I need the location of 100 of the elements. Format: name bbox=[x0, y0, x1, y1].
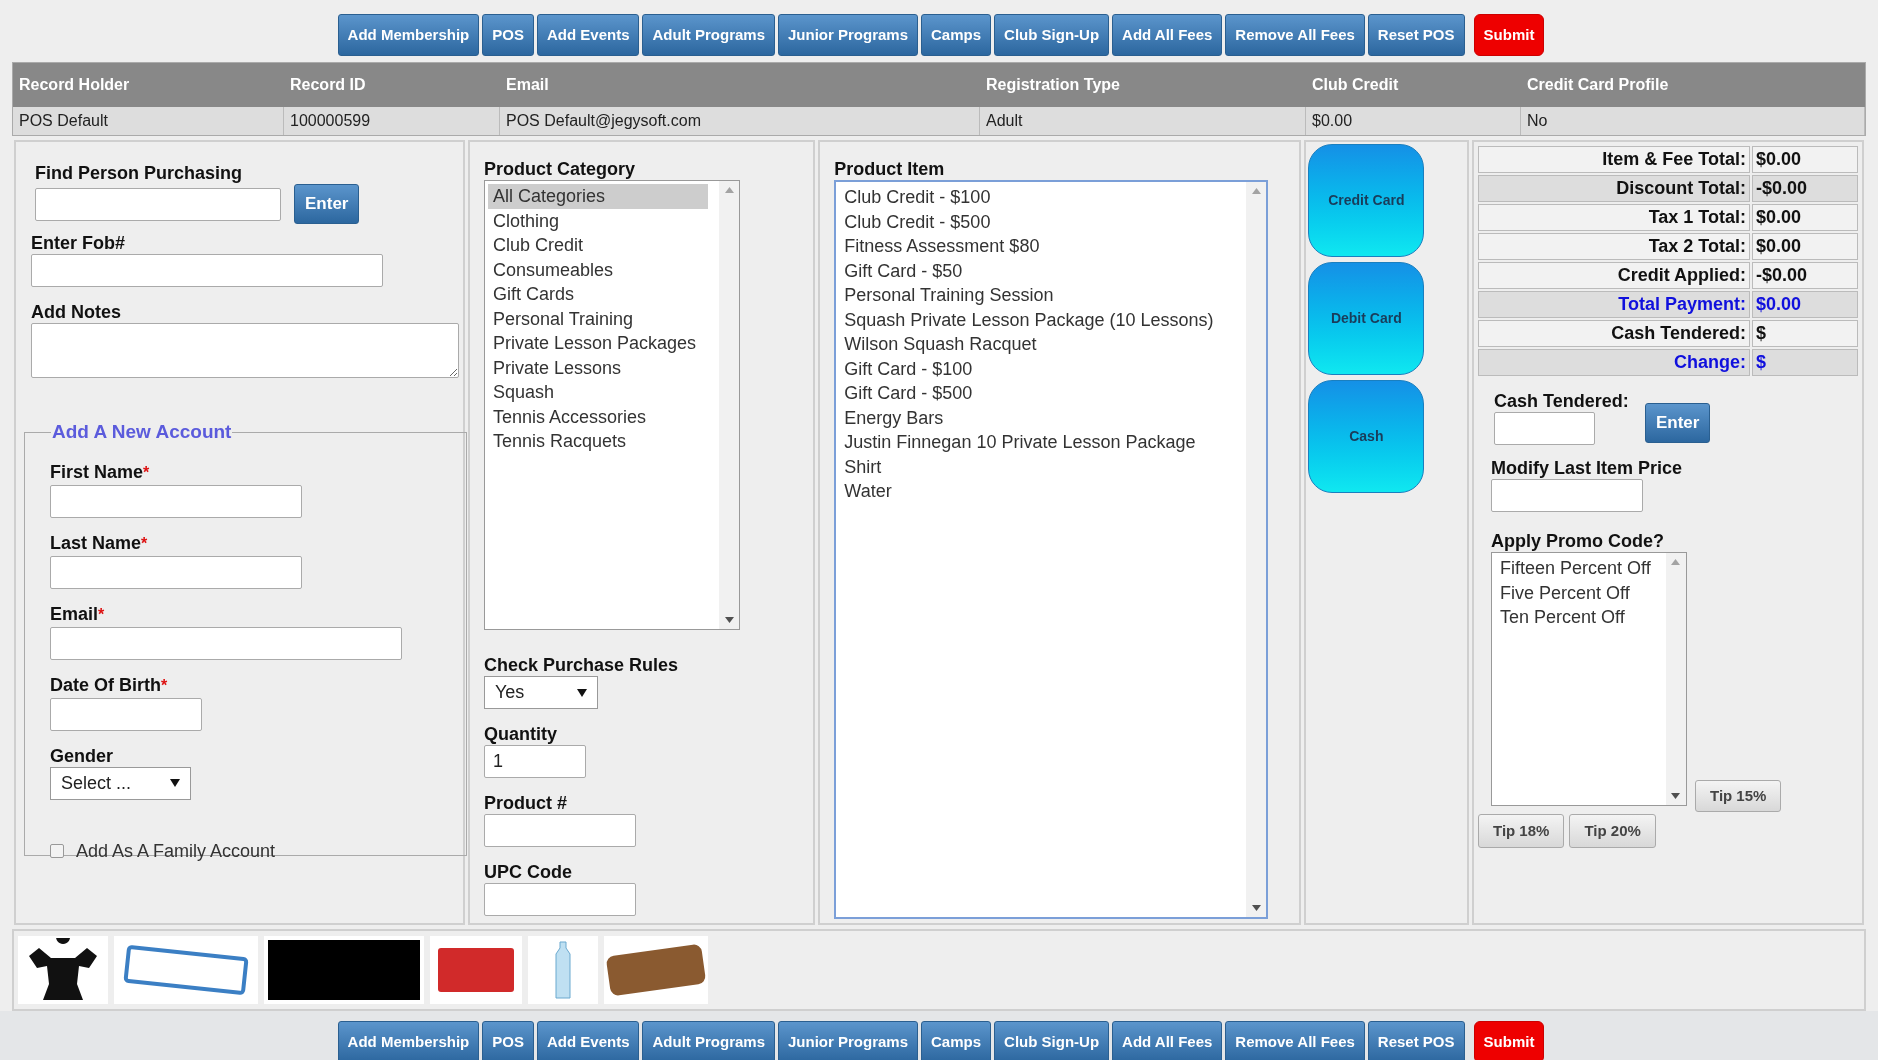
list-item[interactable]: Club Credit - $100 bbox=[839, 185, 1247, 210]
scroll-up-icon[interactable] bbox=[1671, 559, 1681, 565]
column-header: Record ID bbox=[289, 75, 367, 95]
checkbox[interactable] bbox=[50, 844, 64, 858]
list-item[interactable]: Water bbox=[839, 479, 1247, 504]
column-header: Record Holder bbox=[18, 75, 131, 95]
list-item[interactable]: Personal Training Session bbox=[839, 283, 1247, 308]
price-field[interactable] bbox=[1491, 479, 1643, 512]
field-label: Find Person Purchasing bbox=[35, 162, 244, 184]
caret-icon[interactable] bbox=[577, 688, 587, 697]
list-item[interactable]: Gift Cards bbox=[488, 282, 708, 307]
submit-button[interactable]: Submit bbox=[1473, 14, 1545, 56]
nav-button[interactable]: Add Membership bbox=[337, 14, 480, 56]
scroll-up-icon[interactable] bbox=[724, 187, 734, 193]
nav-button[interactable]: Club Sign-Up bbox=[994, 14, 1110, 56]
total-value: $0.00 bbox=[1752, 233, 1858, 260]
nav-button[interactable]: Junior Programs bbox=[778, 1021, 919, 1060]
field-label: Product Item bbox=[834, 158, 946, 180]
nav-button[interactable]: Junior Programs bbox=[778, 14, 919, 56]
list-item[interactable]: Tennis Racquets bbox=[488, 429, 708, 454]
caret-icon[interactable] bbox=[170, 779, 180, 787]
table-cell: No bbox=[1521, 107, 1865, 135]
tip-button[interactable]: Tip 18% bbox=[1478, 814, 1565, 848]
nav-button[interactable]: Add Events bbox=[536, 1021, 640, 1060]
payment-button[interactable]: Credit Card bbox=[1308, 144, 1425, 257]
input-field[interactable] bbox=[50, 626, 402, 660]
list-item[interactable]: Private Lessons bbox=[488, 355, 708, 380]
total-label: Item & Fee Total: bbox=[1478, 146, 1750, 173]
dropdown[interactable]: Select ... bbox=[50, 766, 191, 800]
list-item[interactable]: Five Percent Off bbox=[1495, 580, 1666, 605]
list-box[interactable]: All Categories Clothing Club Credit Consumeables Gift Cards Personal Training Private Lesson Packages Private Lessons Squash Tennis Accessories Tennis Racquets bbox=[484, 180, 740, 630]
dropdown[interactable]: Yes bbox=[484, 676, 598, 709]
list-item[interactable]: Justin Finnegan 10 Private Lesson Package bbox=[839, 430, 1247, 455]
column-header: Club Credit bbox=[1311, 75, 1400, 95]
list-item[interactable]: Shirt bbox=[839, 454, 1247, 479]
input-field[interactable] bbox=[35, 187, 281, 221]
nav-button[interactable]: POS bbox=[482, 1021, 534, 1060]
nav-button[interactable]: Reset POS bbox=[1367, 14, 1465, 56]
nav-button[interactable]: Remove All Fees bbox=[1225, 1021, 1365, 1060]
field-label: Apply Promo Code? bbox=[1491, 530, 1665, 552]
input-field[interactable] bbox=[484, 883, 636, 916]
input-field[interactable] bbox=[484, 814, 636, 847]
nav-button[interactable]: Adult Programs bbox=[642, 14, 775, 56]
list-item[interactable]: Personal Training bbox=[488, 306, 708, 331]
nav-button[interactable]: Camps bbox=[921, 14, 992, 56]
list-item[interactable]: Gift Card - $100 bbox=[839, 356, 1247, 381]
field-label: First Name bbox=[50, 460, 144, 483]
tip-button[interactable]: Tip 15% bbox=[1695, 780, 1782, 812]
field-label: Enter Fob# bbox=[31, 232, 126, 254]
list-item[interactable]: Private Lesson Packages bbox=[488, 331, 708, 356]
input-field[interactable] bbox=[50, 697, 202, 731]
scroll-down-icon[interactable] bbox=[1251, 905, 1261, 911]
list-item[interactable]: Gift Card - $50 bbox=[839, 258, 1247, 283]
list-item[interactable]: Consumeables bbox=[488, 257, 708, 282]
scroll-up-icon[interactable] bbox=[1251, 188, 1261, 194]
input-field[interactable]: 1 bbox=[484, 745, 586, 778]
scroll-down-icon[interactable] bbox=[1671, 793, 1681, 799]
list-item[interactable]: Clothing bbox=[488, 208, 708, 233]
payment-button[interactable]: Debit Card bbox=[1308, 262, 1425, 375]
list-item[interactable]: Club Credit bbox=[488, 233, 708, 258]
input-field[interactable] bbox=[31, 254, 383, 287]
list-box[interactable]: Fifteen Percent Off Five Percent Off Ten Percent Off bbox=[1491, 552, 1687, 806]
input-field[interactable] bbox=[50, 555, 302, 589]
nav-button[interactable]: Add All Fees bbox=[1112, 14, 1223, 56]
list-box[interactable] bbox=[834, 180, 1269, 919]
nav-button[interactable]: Add Events bbox=[536, 14, 640, 56]
enter-button[interactable]: Enter bbox=[294, 184, 360, 224]
list-item[interactable]: Energy Bars bbox=[839, 405, 1247, 430]
input-field[interactable] bbox=[50, 484, 302, 518]
notes-field[interactable] bbox=[31, 323, 459, 378]
table-cell: POS Default@jegysoft.com bbox=[500, 107, 980, 135]
nav-button[interactable]: Remove All Fees bbox=[1225, 14, 1365, 56]
section-title: Add A New Account bbox=[51, 420, 233, 444]
scroll-down-icon[interactable] bbox=[724, 617, 734, 623]
cash-field[interactable] bbox=[1494, 412, 1595, 445]
list-item[interactable]: Fifteen Percent Off bbox=[1495, 556, 1666, 581]
nav-button[interactable]: Add All Fees bbox=[1112, 1021, 1223, 1060]
enter-button[interactable]: Enter bbox=[1645, 402, 1711, 443]
list-item[interactable]: Club Credit - $500 bbox=[839, 209, 1247, 234]
table-cell: POS Default bbox=[13, 107, 284, 135]
column-header: Email bbox=[505, 75, 550, 95]
total-label: Total Payment: bbox=[1478, 291, 1750, 318]
list-item[interactable]: All Categories bbox=[488, 184, 708, 209]
list-item[interactable]: Tennis Accessories bbox=[488, 404, 708, 429]
field-label: Email bbox=[50, 602, 99, 625]
list-item[interactable]: Wilson Squash Racquet bbox=[839, 332, 1247, 357]
nav-button[interactable]: Club Sign-Up bbox=[994, 1021, 1110, 1060]
nav-button[interactable]: POS bbox=[482, 14, 534, 56]
nav-button[interactable]: Camps bbox=[921, 1021, 992, 1060]
list-item[interactable]: Squash Private Lesson Package (10 Lessons) bbox=[839, 307, 1247, 332]
nav-button[interactable]: Adult Programs bbox=[642, 1021, 775, 1060]
list-item[interactable]: Squash bbox=[488, 380, 708, 405]
payment-button[interactable]: Cash bbox=[1308, 380, 1425, 493]
list-item[interactable]: Fitness Assessment $80 bbox=[839, 234, 1247, 259]
list-item[interactable]: Ten Percent Off bbox=[1495, 605, 1666, 630]
list-item[interactable]: Gift Card - $500 bbox=[839, 381, 1247, 406]
tip-button[interactable]: Tip 20% bbox=[1569, 814, 1656, 848]
nav-button[interactable]: Reset POS bbox=[1367, 1021, 1465, 1060]
submit-button[interactable]: Submit bbox=[1473, 1021, 1545, 1060]
nav-button[interactable]: Add Membership bbox=[337, 1021, 480, 1060]
